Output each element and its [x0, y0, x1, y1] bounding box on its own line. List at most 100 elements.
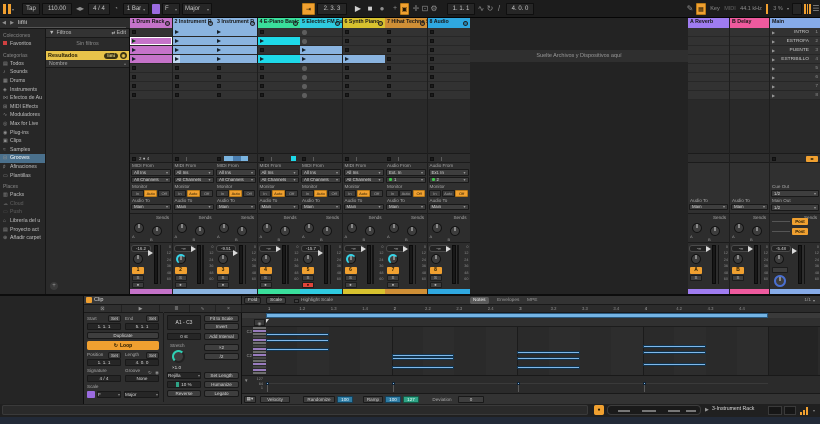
groove-value[interactable]: None	[125, 375, 159, 382]
midi-note[interactable]	[266, 339, 329, 342]
midi-note[interactable]	[266, 333, 329, 336]
send-b-knob[interactable]	[152, 226, 162, 236]
input-type-chooser[interactable]: All Ins ▾	[173, 169, 214, 176]
monitor-in[interactable]: In	[386, 190, 399, 197]
volume-fader[interactable]	[451, 245, 456, 284]
clip-slot[interactable]	[385, 91, 427, 100]
new-scene-icon[interactable]: +	[391, 3, 399, 15]
monitor-switch[interactable]: In Auto Off	[173, 190, 214, 197]
clip-slot[interactable]	[300, 82, 342, 91]
track-activator-button[interactable]: B	[732, 266, 744, 274]
send-a-knob[interactable]	[389, 223, 399, 233]
clip[interactable]	[257, 55, 300, 64]
scene-play-icon[interactable]: ▶	[772, 57, 775, 62]
monitor-in[interactable]: In	[428, 190, 442, 197]
clip[interactable]	[130, 55, 172, 64]
main-volume-fader[interactable]	[798, 245, 802, 284]
fader-handle[interactable]	[233, 250, 238, 256]
output-type-chooser[interactable]: Main ▾	[216, 203, 256, 210]
send-b-knob[interactable]	[279, 226, 290, 236]
clip-slot[interactable]	[427, 28, 470, 37]
clip-scale-root[interactable]: F ▾	[97, 390, 121, 398]
clip-slot[interactable]	[427, 64, 470, 73]
monitor-off[interactable]: Off	[157, 190, 171, 197]
pan-knob[interactable]	[430, 254, 441, 264]
tab-notes[interactable]: Notes	[470, 297, 489, 304]
midi-note[interactable]	[266, 348, 329, 351]
track-stop-icon[interactable]	[387, 156, 391, 161]
track-header[interactable]: 5 Electric FM Fuz	[300, 18, 342, 28]
invert-button[interactable]: Invert	[204, 323, 239, 330]
midi-note[interactable]	[517, 357, 580, 360]
track-activator-button[interactable]: 8	[429, 266, 442, 274]
fader-handle[interactable]	[360, 246, 366, 252]
sidebar-item-todos[interactable]: ▤ Todos	[0, 60, 45, 69]
live-logo-icon[interactable]: ▾	[3, 3, 15, 15]
overview-zoom-slider[interactable]	[607, 405, 701, 415]
clip-slot[interactable]	[257, 82, 300, 91]
scene-play-icon[interactable]: ▶	[772, 66, 775, 71]
tab-mpe[interactable]: MPE	[524, 297, 540, 304]
stop-button[interactable]: ■	[365, 3, 375, 15]
lock-envelopes-icon[interactable]: ●	[594, 405, 604, 415]
position-set-button[interactable]: Set	[108, 351, 121, 359]
volume-fader[interactable]	[239, 245, 243, 284]
clip-slot[interactable]	[385, 73, 427, 82]
clip-slot[interactable]	[385, 46, 427, 55]
fold-button[interactable]: Fold	[244, 297, 262, 304]
track-stop-icon[interactable]	[132, 156, 136, 161]
clip[interactable]	[130, 37, 172, 46]
scene-play-icon[interactable]: ▶	[772, 84, 775, 89]
key-map-button[interactable]: Key	[708, 3, 722, 15]
back-to-arrangement-button[interactable]: ◂▸	[806, 156, 818, 162]
output-type-chooser[interactable]: Main ▾	[343, 203, 384, 210]
monitor-off[interactable]: Off	[242, 190, 256, 197]
clip-slot[interactable]	[385, 37, 427, 46]
velocity-marker[interactable]	[266, 381, 269, 385]
track-stop-icon[interactable]	[429, 156, 434, 161]
cpu-load-field[interactable]: 3 %	[770, 3, 786, 15]
sidebar-item-sounds[interactable]: ♪ Sounds	[0, 68, 45, 77]
transpose-value[interactable]: 0 st	[167, 333, 201, 340]
track-header[interactable]: 3 Instrument R	[215, 18, 257, 28]
clip-slot[interactable]	[257, 46, 300, 55]
device-chain-play-icon[interactable]: ▶	[705, 407, 709, 413]
cue-volume-knob[interactable]	[774, 275, 786, 287]
solo-button[interactable]: S	[217, 274, 229, 281]
browser-back-icon[interactable]: ◀	[0, 17, 8, 29]
scene-play-icon[interactable]: ▶	[772, 39, 775, 44]
input-channel-chooser[interactable]: All Channels ▾	[216, 176, 256, 183]
volume-fader[interactable]	[154, 245, 158, 284]
length-set-button[interactable]: Set	[146, 351, 159, 359]
clip-signature-value[interactable]: 4 / 4	[87, 375, 121, 382]
arm-button[interactable]: ●	[259, 281, 272, 288]
clip-play-icon[interactable]	[302, 57, 306, 61]
clip[interactable]	[172, 55, 215, 64]
input-channel-chooser[interactable]: All Channels ▾	[173, 176, 214, 183]
clip-slot[interactable]	[257, 64, 300, 73]
punch-in-icon[interactable]: ∿	[477, 3, 485, 15]
track-activator-button[interactable]: 6	[344, 266, 357, 274]
preview-headphone-icon[interactable]: ◉	[254, 319, 265, 326]
monitor-off[interactable]: Off	[412, 190, 426, 197]
clip-slot[interactable]	[172, 64, 215, 73]
clip-slot[interactable]	[427, 37, 470, 46]
chance-value[interactable]: 10 %	[167, 381, 201, 388]
clip-slot[interactable]	[215, 91, 257, 100]
arm-button[interactable]: ●	[217, 281, 229, 288]
clip-slot[interactable]	[427, 91, 470, 100]
track-activator-button[interactable]: 5	[302, 266, 314, 274]
editor-zoom-menu[interactable]: 1/1 ▾	[801, 297, 818, 304]
output-type-chooser[interactable]: Main ▾	[428, 203, 469, 210]
scene-play-icon[interactable]: ▶	[772, 93, 775, 98]
input-channel-chooser[interactable]: 2 ▾	[428, 176, 469, 183]
input-type-chooser[interactable]: Ext. In ▾	[428, 169, 469, 176]
track-stop-icon[interactable]	[302, 156, 306, 161]
send-b-knob[interactable]	[322, 226, 332, 236]
ramp-to-value[interactable]: 127	[403, 395, 419, 403]
pitch-range-display[interactable]: A1 - C3	[167, 315, 201, 330]
input-type-chooser[interactable]: All Ins ▾	[258, 169, 299, 176]
clip[interactable]	[172, 28, 215, 37]
time-signature-field[interactable]: 4 / 4	[88, 3, 110, 15]
clip-play-icon[interactable]	[344, 57, 349, 61]
